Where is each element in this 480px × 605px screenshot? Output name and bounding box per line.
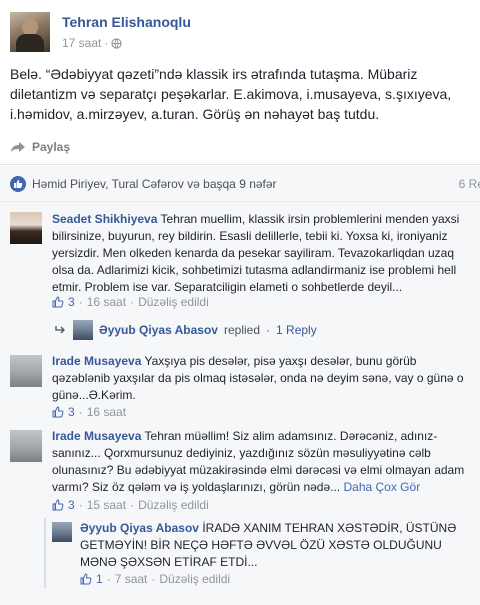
- comment-actions: 3 · 16 saat: [52, 405, 126, 419]
- edited-label[interactable]: Düzəliş edildi: [138, 295, 209, 309]
- dot-separator: ·: [78, 498, 83, 512]
- post-time[interactable]: 17 saat: [62, 36, 101, 50]
- divider: [0, 164, 480, 165]
- commenter-name[interactable]: Irade Musayeva: [52, 354, 141, 368]
- comment-actions: 3 · 15 saat · Düzəliş edildi: [52, 498, 209, 512]
- comment-time[interactable]: 15 saat: [87, 498, 126, 512]
- replier-avatar[interactable]: [52, 522, 72, 542]
- comment-like-count[interactable]: 3: [68, 405, 75, 419]
- dot-separator: ·: [106, 572, 111, 586]
- likes-bar: Həmid Piriyev, Tural Cəfərov və başqa 9 …: [0, 166, 480, 202]
- reply-arrow-icon: [55, 326, 65, 334]
- commenter-avatar[interactable]: [10, 355, 42, 387]
- reply-preview[interactable]: Əyyub Qiyas Abasov replied · 1 Reply: [55, 320, 317, 340]
- author-avatar[interactable]: [10, 12, 50, 52]
- dot-separator: ·: [130, 498, 135, 512]
- comment-like-count[interactable]: 3: [68, 295, 75, 309]
- replier-avatar: [73, 320, 93, 340]
- reply-action: replied: [223, 323, 261, 337]
- dot-separator: ·: [78, 405, 83, 419]
- thumbs-up-icon[interactable]: [52, 499, 64, 511]
- thumbs-up-icon[interactable]: [52, 406, 64, 418]
- reactions-count[interactable]: 6 Re: [459, 177, 480, 191]
- like-badge-icon: [10, 176, 26, 192]
- comments-section: Seadet Shikhiyeva Tehran muellim, klassi…: [0, 202, 480, 605]
- commenter-name[interactable]: Irade Musayeva: [52, 429, 141, 443]
- dot-separator: ·: [266, 323, 271, 337]
- comment-time[interactable]: 16 saat: [87, 405, 126, 419]
- likes-summary[interactable]: Həmid Piriyev, Tural Cəfərov və başqa 9 …: [32, 177, 277, 191]
- share-label: Paylaş: [32, 140, 71, 154]
- comment-time[interactable]: 16 saat: [87, 295, 126, 309]
- author-name[interactable]: Tehran Elishanoqlu: [62, 14, 191, 30]
- reply-actions: 1 · 7 saat · Düzəliş edildi: [80, 572, 230, 586]
- dot-separator: ·: [130, 295, 135, 309]
- edited-label[interactable]: Düzəliş edildi: [159, 572, 230, 586]
- comment-body: Seadet Shikhiyeva Tehran muellim, klassi…: [52, 211, 472, 296]
- reply-time[interactable]: 7 saat: [115, 572, 148, 586]
- see-more-link[interactable]: Daha Çox Gör: [343, 480, 420, 494]
- post-meta: 17 saat ·: [62, 36, 123, 50]
- post-text: Belə. “Ədəbiyyat qəzeti”ndə klassik irs …: [10, 66, 452, 122]
- edited-label[interactable]: Düzəliş edildi: [138, 498, 209, 512]
- share-arrow-icon: [11, 142, 25, 152]
- replier-name[interactable]: Əyyub Qiyas Abasov: [80, 521, 199, 535]
- reply-like-count[interactable]: 1: [96, 572, 103, 586]
- globe-icon[interactable]: [111, 37, 123, 49]
- meta-separator: ·: [104, 36, 109, 50]
- commenter-avatar[interactable]: [10, 212, 42, 244]
- commenter-avatar[interactable]: [10, 430, 42, 462]
- comment-body: Irade Musayeva Yaxşıya pis desələr, pisə…: [52, 353, 472, 404]
- reply-thread-line: [44, 518, 46, 588]
- replier-name[interactable]: Əyyub Qiyas Abasov: [99, 323, 218, 337]
- share-button[interactable]: Paylaş: [10, 140, 70, 154]
- reply-body: Əyyub Qiyas Abasov İRADƏ XANIM TEHRAN XƏ…: [80, 520, 470, 571]
- comment-actions: 3 · 16 saat · Düzəliş edildi: [52, 295, 209, 309]
- dot-separator: ·: [78, 295, 83, 309]
- dot-separator: ·: [151, 572, 156, 586]
- thumbs-up-icon[interactable]: [80, 573, 92, 585]
- view-replies-link[interactable]: 1 Reply: [276, 323, 317, 337]
- comment-body: Irade Musayeva Tehran müəllim! Siz alim …: [52, 428, 472, 496]
- commenter-name[interactable]: Seadet Shikhiyeva: [52, 212, 157, 226]
- thumbs-up-icon[interactable]: [52, 296, 64, 308]
- comment-like-count[interactable]: 3: [68, 498, 75, 512]
